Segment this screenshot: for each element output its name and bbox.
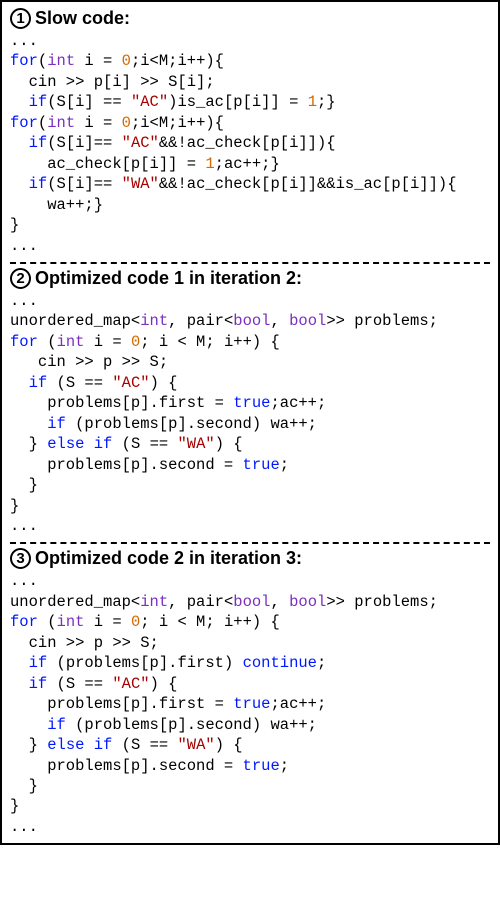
section-3-header: 3 Optimized code 2 in iteration 3:	[10, 548, 490, 569]
section-1-title: Slow code:	[35, 8, 130, 29]
figure-container: 1 Slow code: ... for(int i = 0;i<M;i++){…	[0, 0, 500, 845]
badge-3-icon: 3	[10, 548, 31, 569]
badge-1-icon: 1	[10, 8, 31, 29]
code-block-1: ... for(int i = 0;i<M;i++){ cin >> p[i] …	[10, 31, 490, 256]
code-block-3: ... unordered_map<int, pair<bool, bool>>…	[10, 571, 490, 837]
section-3-title: Optimized code 2 in iteration 3:	[35, 548, 302, 569]
badge-2-icon: 2	[10, 268, 31, 289]
section-2-header: 2 Optimized code 1 in iteration 2:	[10, 268, 490, 289]
divider-2	[10, 542, 490, 544]
divider-1	[10, 262, 490, 264]
section-1-header: 1 Slow code:	[10, 8, 490, 29]
section-2-title: Optimized code 1 in iteration 2:	[35, 268, 302, 289]
code-block-2: ... unordered_map<int, pair<bool, bool>>…	[10, 291, 490, 536]
